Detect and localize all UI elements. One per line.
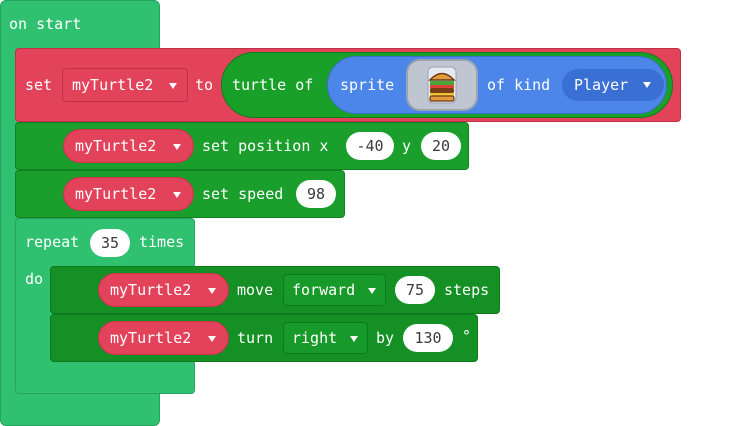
kind-dropdown-label: Player [574,76,629,94]
chevron-down-icon [350,336,358,342]
turtle-variable-pill[interactable]: myTurtle2 [63,129,194,163]
repeat-count-input[interactable]: 35 [90,229,130,257]
variable-dropdown[interactable]: myTurtle2 [62,68,188,102]
of-kind-label: of kind [487,76,551,94]
sprite-label: sprite [340,76,395,94]
turtle-variable-pill[interactable]: myTurtle2 [98,321,229,355]
turtle-variable-label: myTurtle2 [110,281,192,299]
chevron-down-icon [208,288,216,294]
variable-dropdown-label: myTurtle2 [72,76,154,94]
by-label: by [376,329,395,347]
turn-direction-label: right [292,329,338,347]
times-label: times [139,233,185,251]
chevron-down-icon [173,144,181,150]
turn-direction-dropdown[interactable]: right [283,322,368,354]
burger-icon [427,66,457,104]
chevron-down-icon [368,288,376,294]
turtle-variable-label: myTurtle2 [75,137,157,155]
sprite-image-picker[interactable] [406,59,478,111]
chevron-down-icon [643,82,651,88]
steps-label: steps [444,281,490,299]
turn-label: turn [237,329,274,347]
chevron-down-icon [208,336,216,342]
x-value-input[interactable]: -40 [346,132,394,160]
to-label: to [195,76,214,94]
move-direction-label: forward [292,281,356,299]
turtle-of-label: turtle of [232,76,314,94]
kind-dropdown[interactable]: Player [562,69,664,101]
speed-value-input[interactable]: 98 [296,180,336,208]
on-start-label: on start [9,15,82,33]
do-label: do [25,270,44,288]
turtle-variable-label: myTurtle2 [110,329,192,347]
angle-value-input[interactable]: 130 [403,324,453,352]
repeat-label: repeat [25,233,80,251]
turtle-variable-pill[interactable]: myTurtle2 [63,177,194,211]
steps-value-input[interactable]: 75 [395,276,435,304]
move-label: move [237,281,274,299]
set-speed-label: set speed [202,185,284,203]
y-label: y [402,137,412,155]
chevron-down-icon [173,192,181,198]
degree-symbol: ° [462,327,472,345]
turtle-variable-label: myTurtle2 [75,185,157,203]
turtle-variable-pill[interactable]: myTurtle2 [98,273,229,307]
set-position-label: set position x [202,137,329,155]
set-label: set [25,76,53,94]
chevron-down-icon [169,83,177,89]
y-value-input[interactable]: 20 [421,132,461,160]
move-direction-dropdown[interactable]: forward [283,274,386,306]
